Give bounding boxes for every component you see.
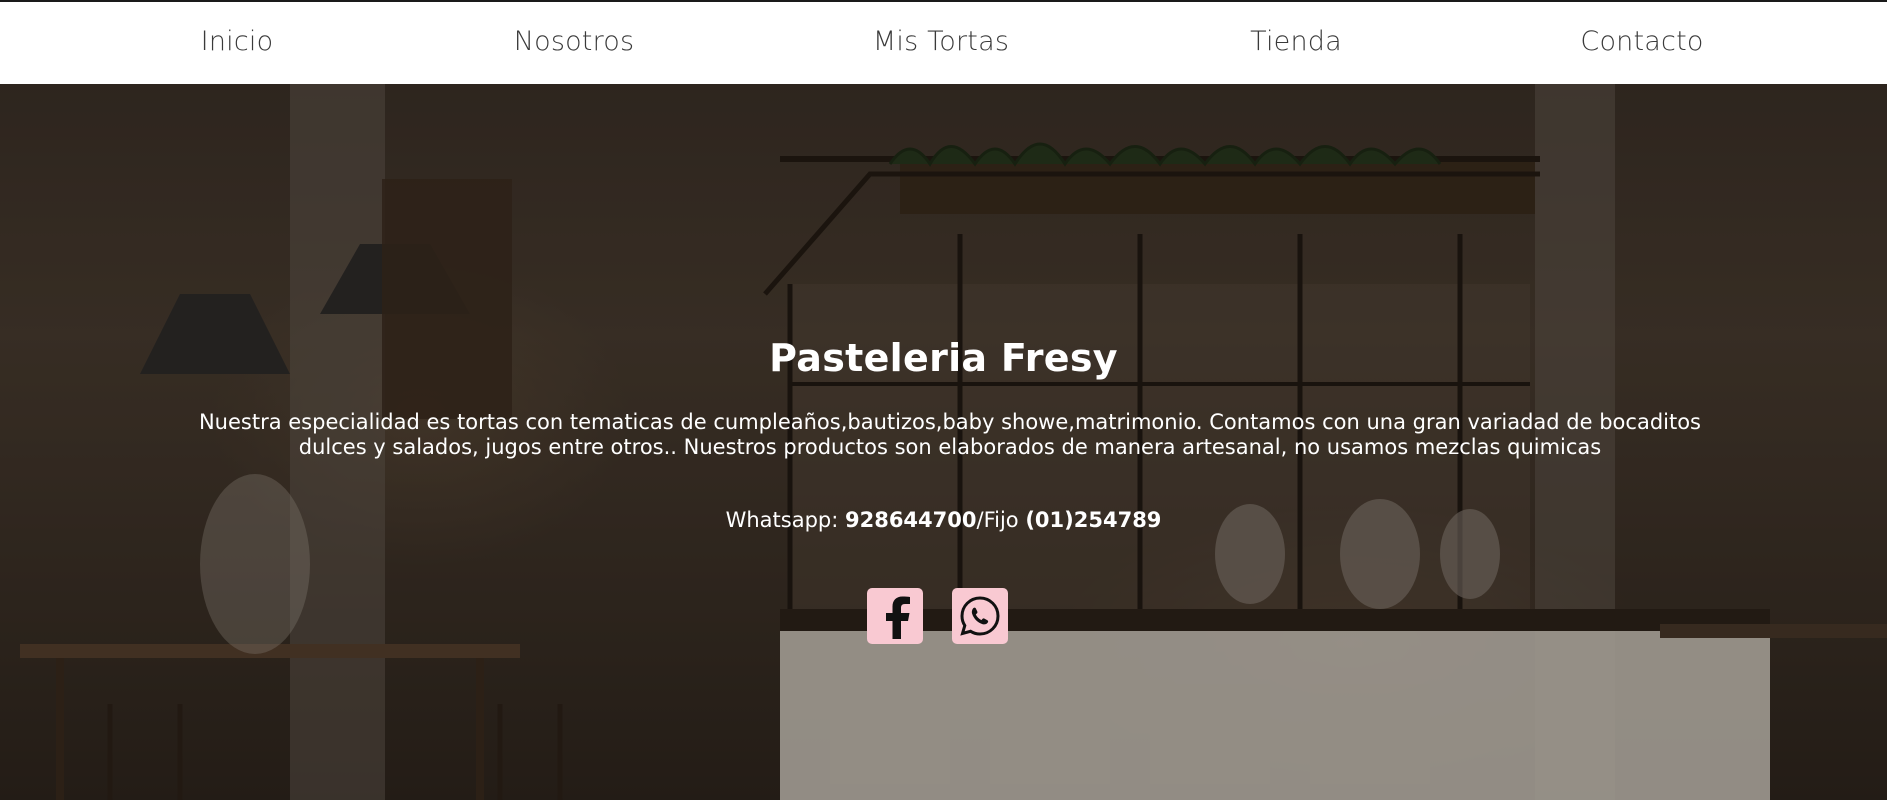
whatsapp-icon bbox=[960, 596, 1000, 636]
description-text: Nuestra especialidad es tortas con temat… bbox=[198, 410, 1702, 459]
whatsapp-number: 928644700 bbox=[844, 508, 977, 532]
landline-number: (01)254789 bbox=[1025, 508, 1162, 532]
landline-label: Fijo bbox=[983, 508, 1026, 532]
facebook-icon bbox=[886, 596, 910, 639]
nav-item-mis-tortas[interactable]: Mis Tortas bbox=[873, 26, 1009, 57]
whatsapp-button[interactable] bbox=[952, 588, 1008, 644]
contact-info: Whatsapp: 928644700/Fijo (01)254789 bbox=[0, 508, 1887, 532]
nav-item-contacto[interactable]: Contacto bbox=[1580, 26, 1703, 57]
whatsapp-label: Whatsapp: bbox=[725, 508, 845, 532]
nav-item-inicio[interactable]: Inicio bbox=[201, 26, 274, 57]
social-links bbox=[867, 588, 1008, 644]
top-navbar: Inicio Nosotros Mis Tortas Tienda Contac… bbox=[0, 2, 1887, 84]
nav-item-nosotros[interactable]: Nosotros bbox=[514, 26, 635, 57]
hero-section: Pasteleria Fresy Nuestra especialidad es… bbox=[0, 84, 1887, 800]
nav-item-tienda[interactable]: Tienda bbox=[1250, 26, 1342, 57]
page-title: Pasteleria Fresy bbox=[769, 336, 1118, 380]
separator: / bbox=[976, 508, 984, 532]
facebook-button[interactable] bbox=[867, 588, 923, 644]
